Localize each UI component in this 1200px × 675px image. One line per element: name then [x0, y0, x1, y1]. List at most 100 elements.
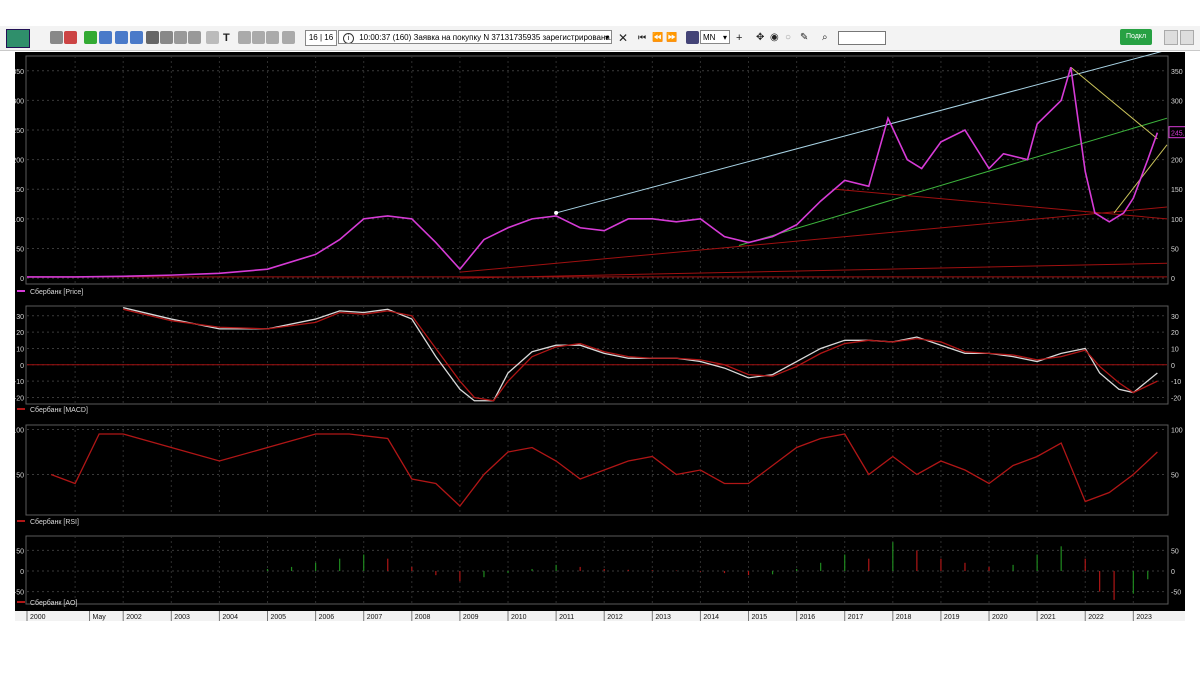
arrow-icon[interactable]	[50, 31, 63, 44]
y-tick-label-left: 0	[20, 569, 24, 576]
y-tick-label-right: -20	[1171, 395, 1181, 402]
target-icon[interactable]: ◉	[770, 29, 779, 46]
cross-icon[interactable]: ✕	[618, 29, 628, 46]
y-tick-label-right: 0	[1171, 569, 1175, 576]
y-tick-label-left: 250	[15, 128, 24, 135]
price-series-line	[27, 67, 1159, 278]
circle-icon[interactable]: ○	[785, 29, 791, 46]
time-axis-label: 2004	[222, 614, 238, 621]
y-tick-label-right: 0	[1171, 276, 1175, 283]
pane-frame	[25, 535, 1169, 605]
next-icon[interactable]: ⏩	[666, 29, 677, 46]
time-axis-label: 2003	[174, 614, 190, 621]
time-axis-label: 2009	[463, 614, 479, 621]
y-tick-label-left: 300	[15, 98, 24, 105]
chart-canvas[interactable]: 0050501001001501502002002502503003003503…	[12, 49, 1194, 621]
y-tick-label-right: 50	[1171, 246, 1179, 253]
y-tick-label-left: 100	[15, 217, 24, 224]
time-axis-label: May	[93, 614, 107, 621]
trend-line-anchor[interactable]	[554, 210, 559, 215]
time-axis-label: 2008	[415, 614, 431, 621]
search-input[interactable]	[838, 31, 886, 45]
time-axis	[15, 611, 1185, 621]
y-tick-label-right: 350	[1171, 69, 1183, 76]
link-icon[interactable]	[64, 31, 77, 44]
y-tick-label-right: 200	[1171, 158, 1183, 165]
time-axis-label: 2021	[1040, 614, 1056, 621]
time-axis-label: 2018	[896, 614, 912, 621]
hand-icon[interactable]	[282, 31, 295, 44]
move-icon[interactable]: ✥	[756, 29, 764, 46]
pencil-icon[interactable]: ✎	[800, 29, 808, 46]
search-window-icon[interactable]	[146, 31, 159, 44]
y-tick-label-right: 0	[1171, 363, 1175, 370]
y-tick-label-right: 20	[1171, 330, 1179, 337]
time-axis-label: 2011	[559, 614, 574, 621]
window-icon[interactable]	[99, 31, 112, 44]
time-axis-label: 2016	[800, 614, 816, 621]
time-axis-label: 2000	[30, 614, 46, 621]
window-button[interactable]	[1180, 30, 1194, 45]
trend-line-fan	[835, 188, 1168, 220]
time-axis-label: 2006	[319, 614, 335, 621]
y-tick-label-left: 0	[20, 276, 24, 283]
main-toolbar: T 16 | 16 i 10:00:37 (160) Заявка на пок…	[0, 26, 1200, 51]
hand-icon[interactable]	[266, 31, 279, 44]
time-axis-label: 2013	[655, 614, 671, 621]
layout-icon[interactable]	[188, 31, 201, 44]
timeframe-select[interactable]: MN ▾	[700, 30, 730, 44]
time-axis-label: 2012	[607, 614, 623, 621]
pane-frame	[25, 424, 1169, 516]
info-icon[interactable]	[206, 31, 219, 44]
window-button[interactable]	[1164, 30, 1178, 45]
chevron-down-icon[interactable]: ▾	[605, 31, 609, 43]
time-axis-label: 2017	[848, 614, 864, 621]
app-icon[interactable]	[6, 29, 30, 48]
y-tick-label-left: 150	[15, 187, 24, 194]
y-tick-label-left: 30	[16, 314, 24, 321]
trend-line-fan	[459, 262, 1168, 279]
y-tick-label-left: -20	[15, 395, 24, 402]
time-axis-label: 2005	[271, 614, 287, 621]
info-icon: i	[343, 33, 354, 43]
status-message-box[interactable]: i 10:00:37 (160) Заявка на покупку N 371…	[338, 30, 612, 44]
time-axis-label: 2010	[511, 614, 527, 621]
status-message: (160) Заявка на покупку N 37131735935 за…	[392, 33, 612, 42]
y-tick-label-right: 50	[1171, 548, 1179, 555]
y-tick-label-left: 10	[16, 346, 24, 353]
connection-status-button[interactable]: Подкл	[1120, 29, 1152, 45]
legend-label: Сбербанк [RSI]	[30, 518, 79, 526]
y-tick-label-right: 30	[1171, 314, 1179, 321]
prev-icon[interactable]: ⏪	[652, 29, 663, 46]
last-price-label: 245.5	[1171, 131, 1185, 138]
y-tick-label-left: 20	[16, 330, 24, 337]
y-tick-label-left: 50	[16, 246, 24, 253]
indicator-icon[interactable]	[686, 31, 699, 44]
window-icon[interactable]	[115, 31, 128, 44]
new-chart-icon[interactable]	[84, 31, 97, 44]
y-tick-label-right: -10	[1171, 379, 1181, 386]
time-axis-label: 2007	[367, 614, 383, 621]
print-icon[interactable]	[160, 31, 173, 44]
table-icon[interactable]	[130, 31, 143, 44]
crosshair-icon[interactable]: +	[736, 29, 742, 46]
pager[interactable]: 16 | 16	[305, 30, 337, 46]
legend-label: Сбербанк [Price]	[30, 288, 83, 296]
text-icon[interactable]: T	[223, 29, 230, 46]
first-icon[interactable]: ⏮	[638, 29, 646, 46]
legend-label: Сбербанк [AO]	[30, 599, 77, 607]
hand-icon[interactable]	[238, 31, 251, 44]
y-tick-label-right: -50	[1171, 590, 1181, 597]
y-tick-label-right: 100	[1171, 217, 1183, 224]
chevron-down-icon: ▾	[722, 33, 727, 42]
search-icon[interactable]: ⌕	[822, 29, 828, 46]
legend-label: Сбербанк [MACD]	[30, 406, 88, 414]
trend-line-fan	[1070, 66, 1158, 140]
hand-icon[interactable]	[252, 31, 265, 44]
y-tick-label-left: 0	[20, 363, 24, 370]
chart-area[interactable]: 0050501001001501502002002502503003003503…	[12, 49, 1194, 621]
layout-icon[interactable]	[174, 31, 187, 44]
y-tick-label-right: 150	[1171, 187, 1183, 194]
y-tick-label-left: -10	[15, 379, 24, 386]
y-tick-label-left: 50	[16, 548, 24, 555]
